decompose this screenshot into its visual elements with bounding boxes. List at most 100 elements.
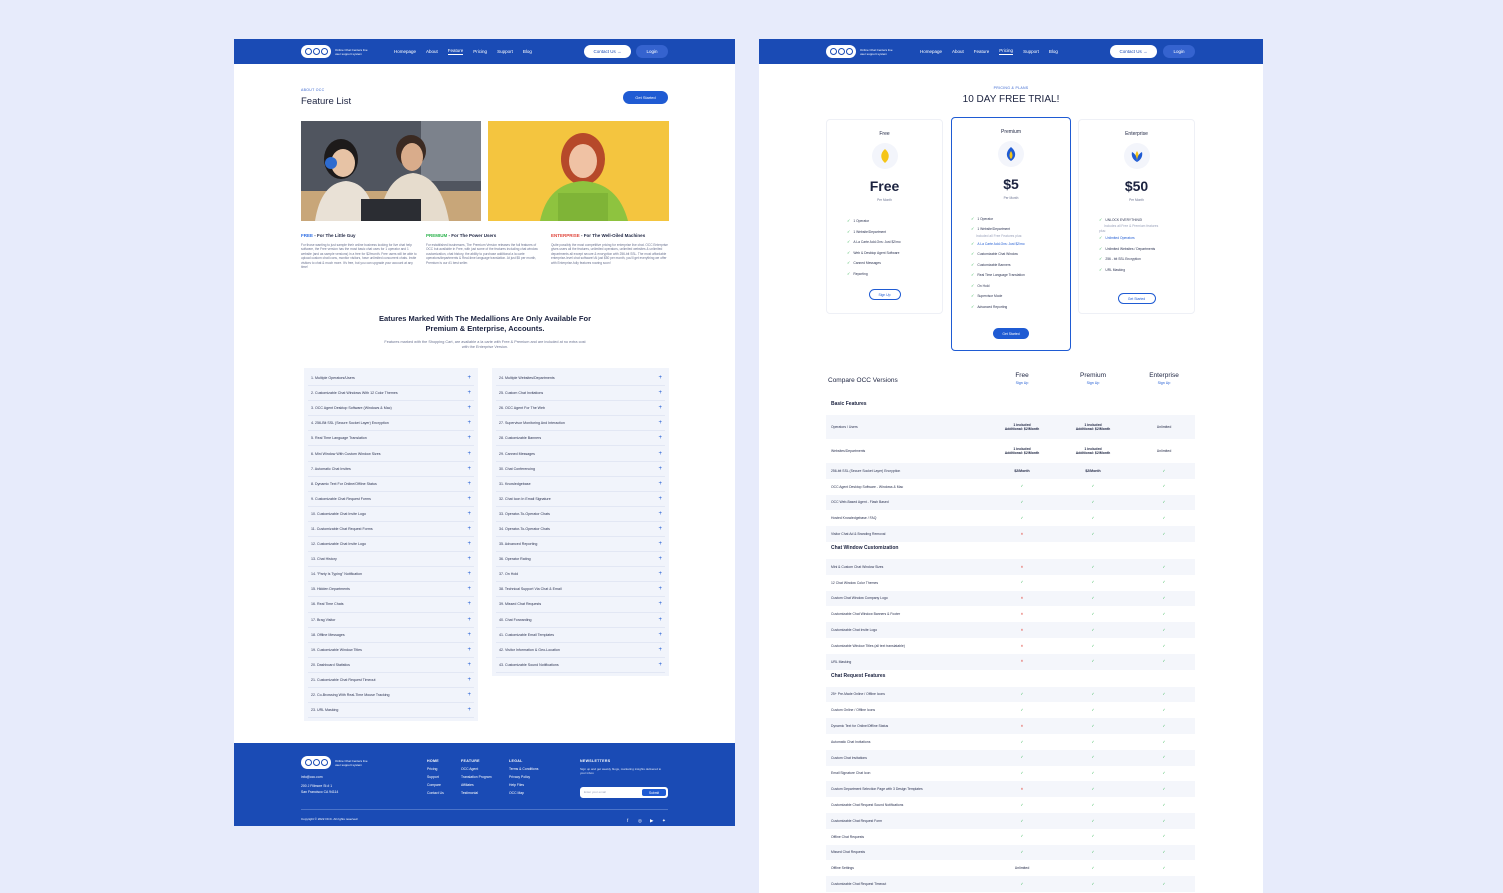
feature-list-item[interactable]: 1. Multiple Operators/Users + <box>308 371 474 387</box>
facebook-icon[interactable]: f <box>627 818 628 823</box>
expand-plus-icon[interactable]: + <box>467 390 471 396</box>
expand-plus-icon[interactable]: + <box>658 601 662 607</box>
feature-list-item[interactable]: 5. Real Time Language Translation + <box>308 431 474 447</box>
feature-list-item[interactable]: 14. "Party Is Typing" Notification + <box>308 567 474 583</box>
expand-plus-icon[interactable]: + <box>467 617 471 623</box>
footer-link[interactable]: Help Files <box>509 783 524 788</box>
expand-plus-icon[interactable]: + <box>658 375 662 381</box>
feature-list-item[interactable]: 39. Missed Chat Requests + <box>496 597 665 613</box>
expand-plus-icon[interactable]: + <box>467 481 471 487</box>
footer-link[interactable]: Pricing <box>427 767 437 772</box>
feature-list-item[interactable]: 26. OCC Agent For The Web + <box>496 401 665 417</box>
expand-plus-icon[interactable]: + <box>467 541 471 547</box>
footer-link[interactable]: Translation Program <box>461 775 492 780</box>
feature-list-item[interactable]: 20. Dashboard Statistics + <box>308 658 474 673</box>
expand-plus-icon[interactable]: + <box>658 632 662 638</box>
expand-plus-icon[interactable]: + <box>467 526 471 532</box>
newsletter-email-input[interactable]: Enter your email <box>584 790 606 794</box>
feature-list-item[interactable]: 7. Automatic Chat Invites + <box>308 462 474 477</box>
footer-email[interactable]: info@occ.com <box>301 775 323 780</box>
nav-item-about[interactable]: About <box>952 49 964 54</box>
feature-list-item[interactable]: 16. Real Time Chats + <box>308 597 474 613</box>
contact-us-button[interactable]: Contact Us → <box>1110 45 1157 58</box>
feature-list-item[interactable]: 31. Knowledgebase + <box>496 477 665 492</box>
feature-list-item[interactable]: 24. Multiple Websites/Departments + <box>496 371 665 387</box>
sign-up-button[interactable]: Sign Up <box>868 289 901 300</box>
footer-link[interactable]: Compare <box>427 783 441 788</box>
feature-list-item[interactable]: 19. Customizable Window Titles + <box>308 643 474 658</box>
feature-list-item[interactable]: 43. Customizable Sound Notifications + <box>496 658 665 673</box>
feature-list-item[interactable]: 2. Customizable Chat Windows With 12 Col… <box>308 386 474 402</box>
nav-item-about[interactable]: About <box>426 49 438 54</box>
feature-list-item[interactable]: 29. Canned Messages + <box>496 446 665 462</box>
expand-plus-icon[interactable]: + <box>658 526 662 532</box>
feature-list-item[interactable]: 27. Supervisor Monitoring And Interactio… <box>496 416 665 432</box>
expand-plus-icon[interactable]: + <box>658 435 662 441</box>
nav-item-support[interactable]: Support <box>497 49 513 54</box>
expand-plus-icon[interactable]: + <box>467 405 471 411</box>
expand-plus-icon[interactable]: + <box>467 707 471 713</box>
expand-plus-icon[interactable]: + <box>658 511 662 517</box>
login-button[interactable]: Login <box>636 45 668 58</box>
feature-list-item[interactable]: 15. Hidden Departments + <box>308 582 474 598</box>
nav-item-feature[interactable]: Feature <box>974 49 990 54</box>
expand-plus-icon[interactable]: + <box>467 662 471 668</box>
expand-plus-icon[interactable]: + <box>467 466 471 472</box>
nav-item-blog[interactable]: Blog <box>523 49 532 54</box>
logo[interactable]: Online Chat Centers live user support sy… <box>301 45 371 58</box>
expand-plus-icon[interactable]: + <box>467 375 471 381</box>
contact-us-button[interactable]: Contact Us → <box>584 45 631 58</box>
nav-item-pricing[interactable]: Pricing <box>473 49 487 54</box>
compare-sign-up-link[interactable]: Sign Up <box>992 381 1052 385</box>
feature-list-item[interactable]: 18. Offline Messages + <box>308 628 474 643</box>
nav-item-blog[interactable]: Blog <box>1049 49 1058 54</box>
logo[interactable]: Online Chat Centers live user support sy… <box>826 45 896 58</box>
footer-link[interactable]: Contact Us <box>427 791 444 796</box>
login-button[interactable]: Login <box>1163 45 1195 58</box>
feature-list-item[interactable]: 10. Customizable Chat Invite Logo + <box>308 507 474 522</box>
get-started-button[interactable]: Get Started <box>623 91 668 104</box>
feature-list-item[interactable]: 4. 256-Bit SSL (Secure Socket Layer) Enc… <box>308 416 474 432</box>
footer-link[interactable]: Affiliates <box>461 783 474 788</box>
feature-list-item[interactable]: 41. Customizable Email Templates + <box>496 628 665 643</box>
footer-logo[interactable]: Online Chat Centers live user support sy… <box>301 756 371 769</box>
expand-plus-icon[interactable]: + <box>658 466 662 472</box>
feature-list-item[interactable]: 37. On Hold + <box>496 567 665 583</box>
expand-plus-icon[interactable]: + <box>467 556 471 562</box>
nav-item-feature[interactable]: Feature <box>447 48 464 55</box>
feature-list-item[interactable]: 11. Customizable Chat Request Forms + <box>308 522 474 538</box>
nav-item-pricing[interactable]: Pricing <box>999 48 1014 55</box>
expand-plus-icon[interactable]: + <box>658 647 662 653</box>
feature-list-item[interactable]: 38. Technical Support Via Chat & Email + <box>496 582 665 598</box>
expand-plus-icon[interactable]: + <box>467 647 471 653</box>
expand-plus-icon[interactable]: + <box>658 496 662 502</box>
expand-plus-icon[interactable]: + <box>467 451 471 457</box>
get-started-button[interactable]: Get Started <box>993 328 1029 339</box>
feature-list-item[interactable]: 30. Chat Conferencing + <box>496 462 665 477</box>
footer-link[interactable]: Testimonial <box>461 791 478 796</box>
feature-list-item[interactable]: 28. Customizable Banners + <box>496 431 665 447</box>
expand-plus-icon[interactable]: + <box>467 571 471 577</box>
expand-plus-icon[interactable]: + <box>467 511 471 517</box>
expand-plus-icon[interactable]: + <box>658 662 662 668</box>
expand-plus-icon[interactable]: + <box>658 571 662 577</box>
expand-plus-icon[interactable]: + <box>658 586 662 592</box>
expand-plus-icon[interactable]: + <box>658 617 662 623</box>
get-started-button[interactable]: Get Started <box>1117 293 1156 304</box>
expand-plus-icon[interactable]: + <box>658 451 662 457</box>
expand-plus-icon[interactable]: + <box>658 541 662 547</box>
feature-list-item[interactable]: 40. Chat Forwarding + <box>496 613 665 628</box>
feature-list-item[interactable]: 36. Operator Rating + <box>496 552 665 568</box>
feature-list-item[interactable]: 42. Visitor Information & Geo-Location + <box>496 643 665 658</box>
nav-item-homepage[interactable]: Homepage <box>394 49 416 54</box>
footer-link[interactable]: OCC Agent <box>461 767 478 772</box>
compare-sign-up-link[interactable]: Sign Up <box>1134 381 1194 385</box>
feature-list-item[interactable]: 17. Brag Visitor + <box>308 613 474 628</box>
expand-plus-icon[interactable]: + <box>658 481 662 487</box>
feature-list-item[interactable]: 6. Mini Window With Custom Window Sizes + <box>308 446 474 462</box>
expand-plus-icon[interactable]: + <box>467 586 471 592</box>
feature-list-item[interactable]: 8. Dynamic Text For Online/Offline Statu… <box>308 477 474 492</box>
feature-list-item[interactable]: 32. Chat Icon In Email Signature + <box>496 492 665 507</box>
instagram-icon[interactable]: ◎ <box>638 818 642 824</box>
expand-plus-icon[interactable]: + <box>467 601 471 607</box>
